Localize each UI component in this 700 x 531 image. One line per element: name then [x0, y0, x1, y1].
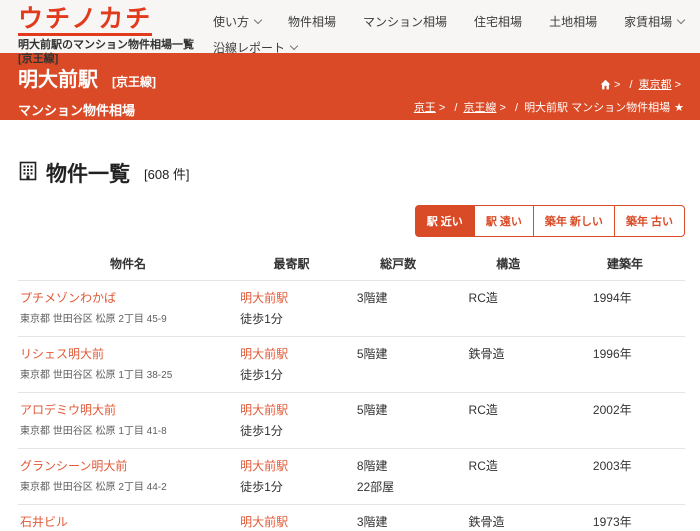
built-year: 2002年: [565, 393, 685, 449]
star-icon: ★: [674, 102, 684, 114]
nav-item-jutaku-souba[interactable]: 住宅相場: [474, 13, 522, 30]
nav-item-mansion-souba[interactable]: マンション相場: [363, 13, 447, 30]
station-link[interactable]: 明大前駅: [240, 513, 288, 530]
structure: 鉄骨造: [452, 505, 565, 531]
building-icon: [18, 161, 38, 186]
nav-item-label: マンション相場: [363, 13, 447, 30]
breadcrumb: > / 東京都> 京王> / 京王線> / 明大前駅 マンション物件相場★: [414, 63, 684, 108]
sort-station-near-button[interactable]: 駅 近い: [415, 205, 475, 237]
nav-item-bukken-souba[interactable]: 物件相場: [288, 13, 336, 30]
brand-block: ウチノカチ 明大前駅のマンション物件相場一覧[京王線]: [18, 6, 213, 67]
property-link[interactable]: グランシーン明大前: [20, 457, 127, 474]
breadcrumb-separator: >: [614, 79, 620, 91]
floors: 3階建: [357, 289, 450, 306]
structure: RC造: [452, 449, 565, 505]
breadcrumb-separator: /: [629, 79, 632, 91]
structure: 鉄骨造: [452, 337, 565, 393]
walk-time: 徒歩1分: [240, 366, 343, 383]
floors: 5階建: [357, 345, 450, 362]
table-header-row: 物件名 最寄駅 総戸数 構造 建築年: [18, 251, 685, 281]
property-link[interactable]: アロデミウ明大前: [20, 401, 116, 418]
nav-item-label: 家賃相場: [624, 13, 672, 30]
station-link[interactable]: 明大前駅: [240, 345, 288, 362]
built-year: 1973年: [565, 505, 685, 531]
breadcrumb-keio-link[interactable]: 京王: [414, 102, 436, 114]
nav-row-2: 沿線レポート: [213, 39, 700, 56]
station-link[interactable]: 明大前駅: [240, 289, 288, 306]
chevron-down-icon: [254, 16, 262, 24]
sort-station-far-button[interactable]: 駅 遠い: [475, 205, 534, 237]
structure: RC造: [452, 393, 565, 449]
breadcrumb-keio-line-link[interactable]: 京王線: [463, 102, 496, 114]
sort-button-group: 駅 近い 駅 遠い 築年 新しい 築年 古い: [415, 205, 685, 237]
site-header: ウチノカチ 明大前駅のマンション物件相場一覧[京王線] 使い方 物件相場 マンシ…: [0, 0, 700, 53]
built-year: 2003年: [565, 449, 685, 505]
unit-count: 22部屋: [357, 478, 450, 495]
line-label: [京王線]: [112, 73, 156, 90]
station-title: 明大前駅: [18, 63, 98, 92]
built-year: 1994年: [565, 281, 685, 337]
walk-time: 徒歩1分: [240, 478, 343, 495]
nav-item-tochi-souba[interactable]: 土地相場: [549, 13, 597, 30]
table-row: グランシーン明大前東京都 世田谷区 松原 2丁目 44-2 明大前駅徒歩1分 8…: [18, 449, 685, 505]
floors: 8階建: [357, 457, 450, 474]
breadcrumb-separator: /: [515, 102, 518, 114]
sort-year-newer-button[interactable]: 築年 新しい: [534, 205, 615, 237]
breadcrumb-separator: >: [439, 102, 445, 114]
structure: RC造: [452, 281, 565, 337]
property-table: 物件名 最寄駅 総戸数 構造 建築年 プチメゾンわかば東京都 世田谷区 松原 2…: [18, 251, 685, 531]
station-link[interactable]: 明大前駅: [240, 457, 288, 474]
table-row: プチメゾンわかば東京都 世田谷区 松原 2丁目 45-9 明大前駅徒歩1分 3階…: [18, 281, 685, 337]
nav-item-label: 土地相場: [549, 13, 597, 30]
walk-time: 徒歩1分: [240, 422, 343, 439]
property-address: 東京都 世田谷区 松原 1丁目 41-8: [20, 422, 236, 437]
breadcrumb-current: 明大前駅 マンション物件相場: [524, 102, 670, 114]
list-title-row: 物件一覧 [608 件]: [18, 120, 685, 188]
nav-item-howto[interactable]: 使い方: [213, 13, 261, 30]
nav-row-1: 使い方 物件相場 マンション相場 住宅相場 土地相場 家賃相場 その他: [213, 13, 700, 30]
nav-item-label: 住宅相場: [474, 13, 522, 30]
col-header-year: 建築年: [565, 251, 685, 281]
list-count: [608 件]: [144, 164, 190, 183]
chevron-down-icon: [677, 16, 685, 24]
col-header-name: 物件名: [18, 251, 238, 281]
built-year: 1996年: [565, 337, 685, 393]
breadcrumb-separator: >: [499, 102, 505, 114]
list-title: 物件一覧: [46, 158, 130, 188]
property-address: 東京都 世田谷区 松原 2丁目 44-2: [20, 478, 236, 493]
hero-title-block: 明大前駅 [京王線] マンション物件相場: [18, 63, 156, 108]
col-header-units: 総戸数: [345, 251, 452, 281]
nav-item-yachin-souba[interactable]: 家賃相場: [624, 13, 684, 30]
breadcrumb-home-link[interactable]: [600, 79, 611, 91]
station-link[interactable]: 明大前駅: [240, 401, 288, 418]
table-row: 石井ビル東京都 世田谷区 松原 1丁目 37-21 明大前駅徒歩1分 3階建 鉄…: [18, 505, 685, 531]
property-address: 東京都 世田谷区 松原 1丁目 38-25: [20, 366, 236, 381]
floors: 5階建: [357, 401, 450, 418]
sort-row: 駅 近い 駅 遠い 築年 新しい 築年 古い: [18, 205, 685, 237]
breadcrumb-separator: /: [454, 102, 457, 114]
main-content: 物件一覧 [608 件] 駅 近い 駅 遠い 築年 新しい 築年 古い 物件名 …: [0, 120, 700, 531]
hero-subtitle: マンション物件相場: [18, 100, 156, 119]
home-icon: [600, 77, 611, 98]
nav-item-label: 沿線レポート: [213, 39, 285, 56]
nav-item-ensen-report[interactable]: 沿線レポート: [213, 39, 297, 56]
property-address: 東京都 世田谷区 松原 2丁目 45-9: [20, 310, 236, 325]
property-link[interactable]: 石井ビル: [20, 513, 68, 530]
nav-item-label: 物件相場: [288, 13, 336, 30]
chevron-down-icon: [290, 42, 298, 50]
sort-year-older-button[interactable]: 築年 古い: [615, 205, 685, 237]
main-nav: 使い方 物件相場 マンション相場 住宅相場 土地相場 家賃相場 その他 沿線レポ…: [213, 6, 700, 65]
col-header-structure: 構造: [452, 251, 565, 281]
floors: 3階建: [357, 513, 450, 530]
nav-item-label: 使い方: [213, 13, 249, 30]
breadcrumb-tokyo-link[interactable]: 東京都: [639, 79, 672, 91]
property-link[interactable]: リシェス明大前: [20, 345, 104, 362]
property-link[interactable]: プチメゾンわかば: [20, 289, 116, 306]
breadcrumb-separator: >: [675, 79, 681, 91]
table-row: リシェス明大前東京都 世田谷区 松原 1丁目 38-25 明大前駅徒歩1分 5階…: [18, 337, 685, 393]
col-header-station: 最寄駅: [238, 251, 345, 281]
table-row: アロデミウ明大前東京都 世田谷区 松原 1丁目 41-8 明大前駅徒歩1分 5階…: [18, 393, 685, 449]
site-logo[interactable]: ウチノカチ: [18, 6, 152, 36]
walk-time: 徒歩1分: [240, 310, 343, 327]
